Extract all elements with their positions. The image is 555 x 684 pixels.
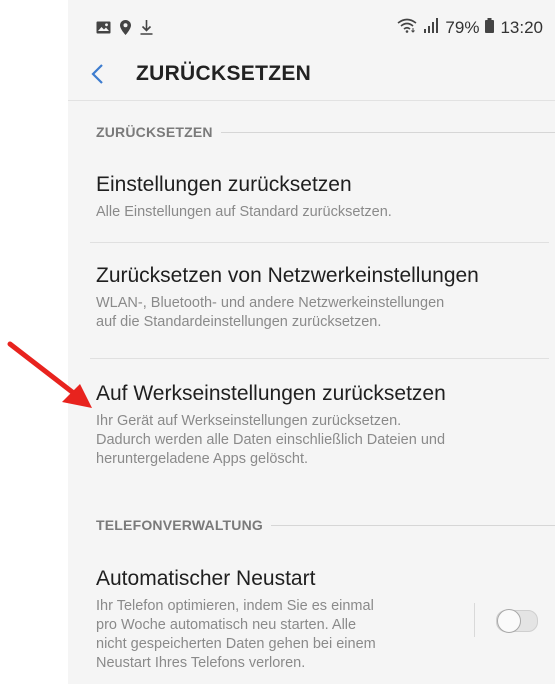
item-title: Automatischer Neustart bbox=[96, 567, 316, 590]
item-description-line: Dadurch werden alle Daten einschließlich… bbox=[96, 432, 446, 448]
item-title: Einstellungen zurücksetzen bbox=[96, 173, 352, 196]
chevron-left-icon bbox=[90, 64, 104, 90]
status-bar-right: 79% 13:20 bbox=[397, 18, 543, 38]
auto-restart-toggle[interactable] bbox=[496, 609, 538, 633]
section-header-zuruecksetzen: ZURÜCKSETZEN bbox=[96, 121, 555, 143]
location-icon bbox=[120, 20, 131, 40]
wifi-icon bbox=[397, 18, 417, 38]
item-description-line: WLAN-, Bluetooth- und andere Netzwerkein… bbox=[96, 295, 445, 311]
item-divider bbox=[90, 358, 549, 359]
item-description-line: auf die Standardeinstellungen zurücksetz… bbox=[96, 314, 382, 330]
image-icon bbox=[96, 21, 111, 39]
section-label: ZURÜCKSETZEN bbox=[96, 124, 213, 140]
section-divider bbox=[271, 524, 555, 526]
status-bar: 79% 13:20 bbox=[68, 0, 555, 54]
clock: 13:20 bbox=[500, 18, 543, 37]
annotation-arrow-icon bbox=[0, 330, 120, 430]
item-description-line: Ihr Telefon optimieren, indem Sie es ein… bbox=[96, 598, 374, 614]
settings-item-factory-reset[interactable]: Auf Werkseinstellungen zurücksetzen Ihr … bbox=[96, 381, 535, 469]
back-button[interactable] bbox=[90, 62, 114, 90]
item-description-line: Neustart Ihres Telefons verloren. bbox=[96, 655, 306, 671]
app-header: ZURÜCKSETZEN bbox=[68, 54, 555, 101]
item-description-line: heruntergeladene Apps gelöscht. bbox=[96, 451, 309, 467]
item-description-line: nicht gespeicherten Daten gehen bei eine… bbox=[96, 636, 376, 652]
item-description: Ihr Gerät auf Werkseinstellungen zurücks… bbox=[96, 412, 535, 469]
settings-item-reset-network[interactable]: Zurücksetzen von Netzwerkeinstellungen W… bbox=[96, 263, 535, 332]
section-label: TELEFONVERWALTUNG bbox=[96, 517, 263, 533]
battery-percent: 79% bbox=[445, 18, 480, 37]
item-description: Ihr Telefon optimieren, indem Sie es ein… bbox=[96, 597, 455, 673]
settings-item-auto-restart[interactable]: Automatischer Neustart Ihr Telefon optim… bbox=[96, 566, 455, 673]
battery-icon bbox=[485, 18, 495, 38]
item-description-line: pro Woche automatisch neu starten. Alle bbox=[96, 617, 357, 633]
signal-icon bbox=[423, 18, 439, 38]
section-header-telefonverwaltung: TELEFONVERWALTUNG bbox=[96, 514, 555, 536]
section-divider bbox=[220, 131, 555, 133]
item-divider bbox=[90, 242, 549, 243]
toggle-separator bbox=[474, 603, 475, 637]
settings-screen: 79% 13:20 ZURÜCKSETZEN ZURÜCKSETZEN Eins… bbox=[68, 0, 555, 684]
item-description-line: Ihr Gerät auf Werkseinstellungen zurücks… bbox=[96, 413, 402, 429]
item-description: Alle Einstellungen auf Standard zurückse… bbox=[96, 203, 535, 222]
item-title: Auf Werkseinstellungen zurücksetzen bbox=[96, 382, 446, 405]
item-description-line: Alle Einstellungen auf Standard zurückse… bbox=[96, 204, 392, 220]
page-title: ZURÜCKSETZEN bbox=[136, 62, 312, 85]
settings-item-reset-settings[interactable]: Einstellungen zurücksetzen Alle Einstell… bbox=[96, 172, 535, 222]
item-description: WLAN-, Bluetooth- und andere Netzwerkein… bbox=[96, 294, 535, 332]
status-bar-left bbox=[96, 20, 153, 40]
item-title: Zurücksetzen von Netzwerkeinstellungen bbox=[96, 264, 479, 287]
download-icon bbox=[140, 20, 153, 40]
toggle-knob bbox=[497, 609, 521, 633]
